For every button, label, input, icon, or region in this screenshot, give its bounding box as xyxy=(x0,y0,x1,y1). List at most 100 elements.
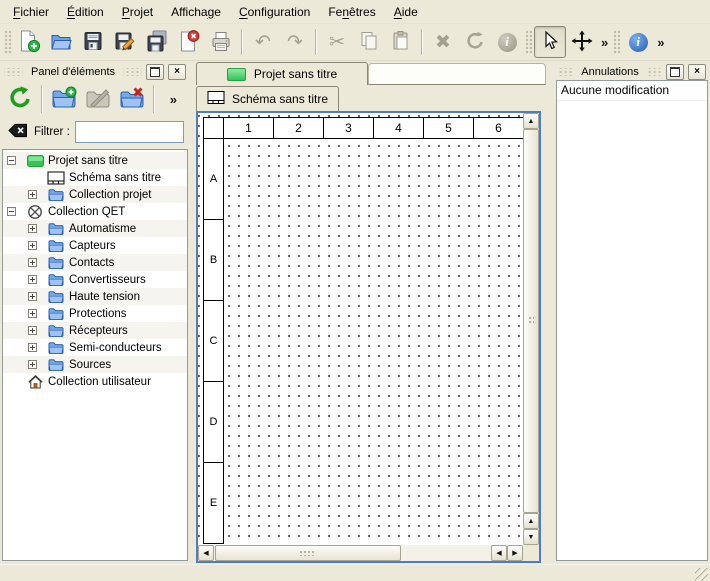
toolbar-drag-handle[interactable] xyxy=(4,30,11,54)
reload-collections-button[interactable] xyxy=(4,83,36,115)
expander-minus-icon[interactable] xyxy=(7,207,16,216)
vertical-scroll-thumb[interactable] xyxy=(523,129,539,513)
rotate-button[interactable] xyxy=(459,26,491,58)
tree-item-collection-projet[interactable]: Collection projet xyxy=(3,186,187,203)
tree-item-capteurs[interactable]: Capteurs xyxy=(3,237,187,254)
tree-item-sources[interactable]: Sources xyxy=(3,356,187,373)
cut-button[interactable]: ✂ xyxy=(321,26,353,58)
undo-button[interactable]: ↶ xyxy=(247,26,279,58)
save-as-button[interactable] xyxy=(109,26,141,58)
menu-item-affichage[interactable]: Affichage xyxy=(162,2,230,22)
sheet-column-header: 4 xyxy=(374,118,424,139)
tree-item-contacts[interactable]: Contacts xyxy=(3,254,187,271)
expander-plus-icon[interactable] xyxy=(28,241,37,250)
float-panel-button[interactable] xyxy=(666,64,684,80)
tree-item-protections[interactable]: Protections xyxy=(3,305,187,322)
element-info-button[interactable]: i xyxy=(491,26,523,58)
expander-plus-icon[interactable] xyxy=(28,224,37,233)
new-project-button[interactable] xyxy=(13,26,45,58)
scroll-left-button-2[interactable]: ◀ xyxy=(491,545,507,561)
tree-item-convertisseurs[interactable]: Convertisseurs xyxy=(3,271,187,288)
tab-projet-sans-titre[interactable]: Projet sans titre xyxy=(196,62,368,85)
float-icon xyxy=(670,67,680,77)
schema-canvas[interactable]: 123456ABCDE xyxy=(198,113,523,545)
expander-plus-icon[interactable] xyxy=(28,360,37,369)
expander-minus-icon[interactable] xyxy=(7,156,16,165)
toolbar-drag-handle[interactable] xyxy=(613,30,620,54)
elements-panel-titlebar[interactable]: Panel d'éléments × xyxy=(2,63,188,80)
menu-bar: FichierÉditionProjetAffichageConfigurati… xyxy=(0,0,710,24)
toolbar-drag-handle[interactable] xyxy=(525,30,532,54)
menu-item-edition[interactable]: Édition xyxy=(58,2,113,22)
tree-item-semi-conducteurs[interactable]: Semi-conducteurs xyxy=(3,339,187,356)
folder-icon xyxy=(46,188,66,202)
expander-plus-icon[interactable] xyxy=(28,309,37,318)
horizontal-scroll-track[interactable] xyxy=(214,545,491,561)
select-mode-button[interactable] xyxy=(534,26,566,58)
scroll-up-button[interactable]: ▲ xyxy=(523,113,539,129)
delete-button[interactable]: ✖ xyxy=(427,26,459,58)
close-icon: × xyxy=(694,67,700,77)
expander-plus-icon[interactable] xyxy=(28,343,37,352)
scroll-right-button[interactable]: ▶ xyxy=(507,545,523,561)
horizontal-scrollbar[interactable]: ◀ ◀ ▶ xyxy=(198,545,523,561)
expander-plus-icon[interactable] xyxy=(28,326,37,335)
expander-plus-icon[interactable] xyxy=(28,275,37,284)
edit-category-button[interactable] xyxy=(82,83,114,115)
about-info-button[interactable]: i xyxy=(622,26,654,58)
scroll-down-button[interactable]: ▼ xyxy=(523,529,539,545)
sheet-content-area[interactable] xyxy=(224,139,523,544)
delete-category-button[interactable] xyxy=(116,83,148,115)
tree-item-collection-utilisateur[interactable]: Collection utilisateur xyxy=(3,373,187,390)
print-button[interactable] xyxy=(205,26,237,58)
menu-item-configuration[interactable]: Configuration xyxy=(230,2,319,22)
undo-history-item[interactable]: Aucune modification xyxy=(557,81,707,101)
vertical-scrollbar[interactable]: ▲ ▲ ▼ xyxy=(523,113,539,545)
float-panel-button[interactable] xyxy=(146,64,164,80)
scroll-left-button[interactable]: ◀ xyxy=(198,545,214,561)
collections-overflow-chevron[interactable]: » xyxy=(167,92,180,107)
collections-toolbar: » xyxy=(2,80,188,118)
save-all-button[interactable] xyxy=(141,26,173,58)
tree-item-automatisme[interactable]: Automatisme xyxy=(3,220,187,237)
menu-item-fenetres[interactable]: Fenêtres xyxy=(319,2,384,22)
copy-button[interactable] xyxy=(353,26,385,58)
pan-mode-button[interactable] xyxy=(566,26,598,58)
tab-schema-sans-titre[interactable]: Schéma sans titre xyxy=(196,86,339,111)
refresh-icon xyxy=(7,85,33,114)
tree-item-collection-qet[interactable]: Collection QET xyxy=(3,203,187,220)
save-button[interactable] xyxy=(77,26,109,58)
horizontal-scroll-thumb[interactable] xyxy=(215,545,401,561)
menu-item-aide[interactable]: Aide xyxy=(385,2,427,22)
expander-plus-icon[interactable] xyxy=(28,190,37,199)
menu-item-projet[interactable]: Projet xyxy=(113,2,162,22)
vertical-scroll-track[interactable] xyxy=(523,129,539,513)
tree-item-recepteurs[interactable]: Récepteurs xyxy=(3,322,187,339)
toolbar-overflow-chevron[interactable]: » xyxy=(598,35,611,50)
tree-item-schema-sans-titre[interactable]: Schéma sans titre xyxy=(3,169,187,186)
folder-icon xyxy=(46,341,66,355)
tree-item-projet-sans-titre[interactable]: Projet sans titre xyxy=(3,152,187,169)
close-project-button[interactable] xyxy=(173,26,205,58)
scroll-up-button-2[interactable]: ▲ xyxy=(523,513,539,529)
menu-item-fichier[interactable]: Fichier xyxy=(4,2,58,22)
paste-button[interactable] xyxy=(385,26,417,58)
filter-input[interactable] xyxy=(75,121,184,143)
save-all-icon xyxy=(145,29,169,56)
float-icon xyxy=(150,67,160,77)
close-panel-button[interactable]: × xyxy=(168,64,186,80)
open-project-button[interactable] xyxy=(45,26,77,58)
expander-slot xyxy=(28,275,46,284)
toolbar-overflow-chevron[interactable]: » xyxy=(654,35,667,50)
scissors-icon: ✂ xyxy=(329,33,345,52)
new-category-button[interactable] xyxy=(48,83,80,115)
expander-plus-icon[interactable] xyxy=(28,292,37,301)
redo-button[interactable]: ↷ xyxy=(279,26,311,58)
up-arrow-icon: ▲ xyxy=(528,518,535,525)
tree-item-haute-tension[interactable]: Haute tension xyxy=(3,288,187,305)
expander-plus-icon[interactable] xyxy=(28,258,37,267)
close-panel-button[interactable]: × xyxy=(688,64,706,80)
resize-grip-icon[interactable] xyxy=(695,568,708,581)
undo-panel-titlebar[interactable]: Annulations × xyxy=(556,63,708,80)
clear-filter-button[interactable] xyxy=(6,121,29,143)
